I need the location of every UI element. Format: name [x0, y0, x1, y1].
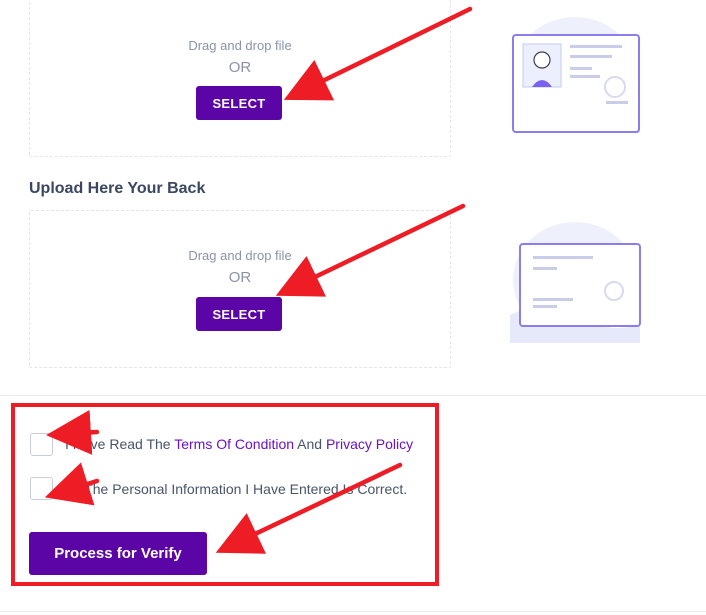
annotation-arrow: [44, 462, 100, 506]
annotation-arrow: [215, 462, 403, 554]
annotation-arrow: [46, 409, 100, 455]
annotation-arrows: [44, 6, 473, 554]
annotation-arrow: [283, 6, 473, 101]
annotation-arrow: [275, 203, 466, 297]
